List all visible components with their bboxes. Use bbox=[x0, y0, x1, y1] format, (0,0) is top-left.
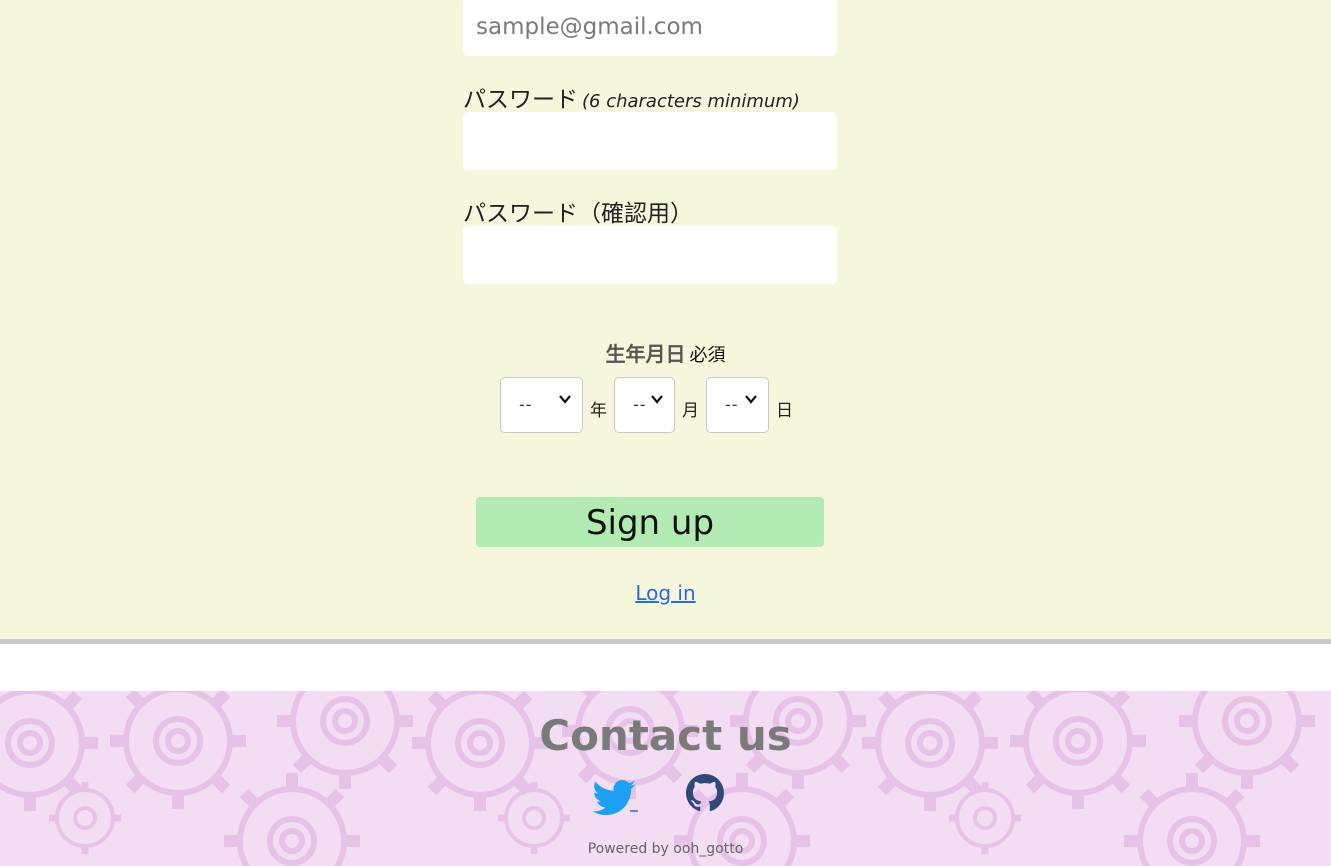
birth-year-select[interactable]: -- bbox=[500, 377, 583, 433]
signup-button[interactable]: Sign up bbox=[476, 497, 824, 547]
login-link-wrap: Log in bbox=[0, 581, 1331, 605]
twitter-link-underline bbox=[630, 810, 638, 812]
chevron-down-icon bbox=[559, 395, 571, 404]
password-confirm-label: パスワード（確認用） bbox=[463, 201, 693, 227]
year-unit: 年 bbox=[590, 401, 607, 421]
spacer bbox=[0, 644, 1331, 691]
login-link[interactable]: Log in bbox=[635, 581, 695, 605]
chevron-down-icon bbox=[745, 395, 757, 404]
chevron-down-icon bbox=[651, 395, 663, 404]
birthdate-label: 生年月日 必須 bbox=[0, 338, 1331, 367]
birth-year-value: -- bbox=[519, 395, 533, 414]
birthdate-label-text: 生年月日 bbox=[605, 342, 686, 366]
birth-month-select[interactable]: -- bbox=[614, 377, 675, 433]
powered-by-text: Powered by ooh_gotto bbox=[587, 841, 744, 857]
month-unit: 月 bbox=[682, 401, 699, 421]
password-confirm-field[interactable] bbox=[463, 226, 837, 284]
day-unit: 日 bbox=[776, 401, 793, 421]
birth-month-value: -- bbox=[633, 395, 647, 414]
required-label: 必須 bbox=[689, 345, 726, 366]
footer: Contact us Powered by ooh_gotto bbox=[0, 691, 1331, 866]
password-field[interactable] bbox=[463, 112, 837, 170]
contact-title: Contact us bbox=[539, 711, 792, 760]
github-icon[interactable] bbox=[686, 774, 724, 812]
signup-form-area: パスワード(6 characters minimum) パスワード（確認用） 生… bbox=[0, 0, 1331, 639]
email-field[interactable] bbox=[463, 0, 837, 56]
birth-day-value: -- bbox=[725, 395, 739, 414]
password-note: (6 characters minimum) bbox=[582, 91, 800, 112]
birth-day-select[interactable]: -- bbox=[706, 377, 769, 433]
password-label: パスワード (6 characters minimum) bbox=[463, 80, 800, 114]
password-label-text: パスワード bbox=[463, 87, 578, 113]
